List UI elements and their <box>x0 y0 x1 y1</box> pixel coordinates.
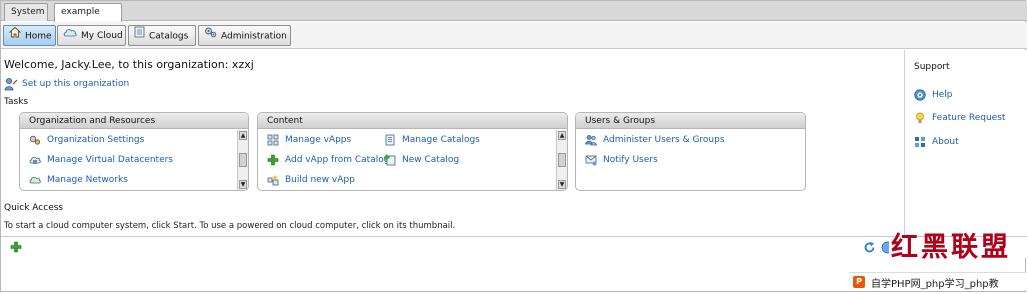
panel-content-scrollbar[interactable]: ▲ ▼ <box>556 130 567 190</box>
build-new-vapp-label: Build new vApp <box>285 175 355 185</box>
watermark-logo-icon: P <box>853 276 865 288</box>
vapps-grid-icon <box>267 134 279 146</box>
tasks-heading: Tasks <box>4 97 29 107</box>
help-icon <box>914 89 926 101</box>
build-vapp-icon <box>267 174 279 186</box>
watermark-strip: P 自学PHP网_php学习_php教 <box>849 272 1027 290</box>
tab-example[interactable]: example ✕ <box>54 3 122 34</box>
nav-home-label: Home <box>25 31 52 42</box>
manage-networks-label: Manage Networks <box>47 175 128 185</box>
notify-message-icon <box>585 154 597 166</box>
home-icon <box>8 26 22 46</box>
about-icon <box>914 136 926 148</box>
catalog-book-icon <box>384 134 396 146</box>
nav-catalogs-label: Catalogs <box>149 31 189 42</box>
watermark-text: 自学PHP网_php学习_php教 <box>871 279 999 290</box>
view-toggle-icon[interactable] <box>881 241 889 255</box>
gears-icon <box>204 26 217 46</box>
nav-home-button[interactable]: Home <box>3 25 56 46</box>
panel-users-groups-title: Users & Groups <box>576 113 805 129</box>
manage-catalogs-label: Manage Catalogs <box>402 135 480 145</box>
home-main-content: Welcome, Jacky.Lee, to this organization… <box>1 50 903 236</box>
nav-catalogs-button[interactable]: Catalogs <box>128 25 196 46</box>
scroll-up-icon[interactable]: ▲ <box>558 131 566 140</box>
support-heading: Support <box>914 62 950 72</box>
refresh-icon[interactable] <box>863 241 877 255</box>
window-tab-bar: System example ✕ <box>1 1 1027 34</box>
nav-administration-button[interactable]: Administration <box>198 25 291 46</box>
add-vapp-from-catalog-label: Add vApp from Catalog <box>285 155 390 165</box>
panel-organization-scrollbar[interactable]: ▲ ▼ <box>237 130 248 190</box>
manage-virtual-datacenters-label: Manage Virtual Datacenters <box>47 155 174 165</box>
application-frame: System example ✕ Home My Cloud Catalogs <box>0 0 1027 292</box>
users-group-icon <box>585 134 597 146</box>
panel-organization-resources: Organization and Resources Organization … <box>19 112 249 191</box>
settings-gears-icon <box>29 134 41 146</box>
quick-access-heading: Quick Access <box>4 203 64 213</box>
scroll-up-icon[interactable]: ▲ <box>239 131 247 140</box>
panel-users-groups: Users & Groups Administer Users & Groups… <box>575 112 806 191</box>
panel-content: Content Manage vApps Add vApp from Catal… <box>257 112 568 191</box>
panel-organization-resources-title: Organization and Resources <box>20 113 248 129</box>
add-plus-icon[interactable] <box>10 241 24 255</box>
scroll-thumb[interactable] <box>558 153 566 167</box>
notify-users-label: Notify Users <box>603 155 658 165</box>
manage-vapps-label: Manage vApps <box>285 135 352 145</box>
tab-system[interactable]: System <box>4 3 48 21</box>
tab-example-label: example <box>61 7 100 17</box>
help-label: Help <box>932 90 953 100</box>
new-catalog-label: New Catalog <box>402 155 460 165</box>
feature-request-label: Feature Request <box>932 113 1006 123</box>
panel-content-title: Content <box>258 113 567 129</box>
cloud-icon <box>63 26 77 45</box>
setup-wizard-icon <box>4 77 18 96</box>
main-nav-bar: Home My Cloud Catalogs Administration <box>1 22 1027 49</box>
new-catalog-icon <box>383 154 396 166</box>
quick-access-toolbar <box>1 236 1027 258</box>
tab-system-label: System <box>11 7 45 17</box>
scroll-down-icon[interactable]: ▼ <box>558 180 566 189</box>
lightbulb-icon <box>914 112 926 124</box>
about-label: About <box>932 137 959 147</box>
catalog-icon <box>134 26 145 46</box>
scroll-thumb[interactable] <box>239 153 247 167</box>
quick-access-instructions: To start a cloud computer system, click … <box>4 221 456 231</box>
datacenter-cloud-icon <box>29 154 41 166</box>
nav-my-cloud-button[interactable]: My Cloud <box>57 25 126 46</box>
scroll-down-icon[interactable]: ▼ <box>239 180 247 189</box>
nav-administration-label: Administration <box>221 31 287 42</box>
nav-my-cloud-label: My Cloud <box>81 31 123 41</box>
administer-users-groups-label: Administer Users & Groups <box>603 135 725 145</box>
organization-settings-label: Organization Settings <box>47 135 145 145</box>
plus-green-icon <box>267 154 279 166</box>
setup-organization-label: Set up this organization <box>22 79 130 89</box>
support-sidebar: Support Help Feature Request About <box>904 50 1027 236</box>
watermark-title: 红黑联盟 <box>891 232 1011 263</box>
welcome-message: Welcome, Jacky.Lee, to this organization… <box>4 58 254 71</box>
network-cloud-icon <box>29 174 41 186</box>
